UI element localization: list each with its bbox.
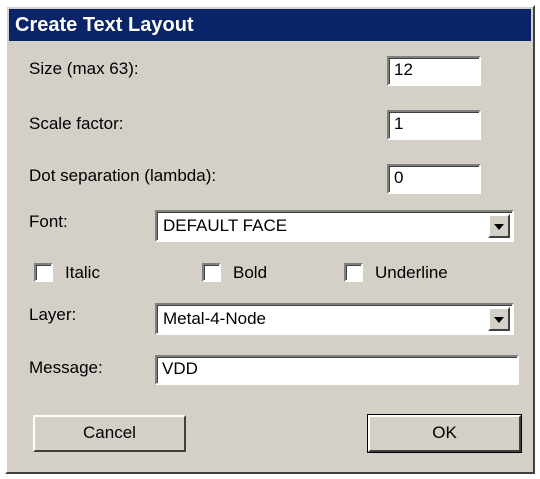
dot-separation-label: Dot separation (lambda): — [29, 166, 217, 185]
chevron-down-icon — [494, 317, 504, 323]
chevron-down-icon — [494, 224, 504, 230]
font-label: Font: — [29, 212, 68, 231]
underline-checkbox[interactable] — [344, 263, 363, 282]
size-label: Size (max 63): — [29, 59, 139, 78]
dialog-title-bar: Create Text Layout — [9, 9, 531, 41]
cancel-button[interactable]: Cancel — [33, 415, 186, 452]
layer-select[interactable]: Metal-4-Node — [155, 303, 514, 335]
ok-button[interactable]: OK — [367, 414, 522, 453]
underline-label: Underline — [375, 263, 448, 282]
scale-factor-input[interactable]: 1 — [387, 110, 481, 140]
size-input[interactable]: 12 — [387, 56, 481, 86]
italic-checkbox[interactable] — [34, 263, 53, 282]
font-select[interactable]: DEFAULT FACE — [155, 210, 514, 242]
layer-label: Layer: — [29, 305, 77, 324]
italic-label: Italic — [65, 263, 100, 282]
bold-label: Bold — [233, 263, 268, 282]
dot-separation-input[interactable]: 0 — [387, 164, 481, 194]
layer-dropdown-button[interactable] — [488, 307, 510, 331]
layer-select-value: Metal-4-Node — [163, 309, 266, 328]
font-dropdown-button[interactable] — [488, 214, 510, 238]
scale-factor-label: Scale factor: — [29, 114, 124, 133]
message-label: Message: — [29, 358, 103, 377]
message-input[interactable]: VDD — [155, 355, 519, 385]
create-text-layout-dialog: Create Text Layout Size (max 63): 12 Sca… — [5, 5, 535, 474]
bold-checkbox[interactable] — [202, 263, 221, 282]
font-select-value: DEFAULT FACE — [163, 216, 288, 235]
dialog-title: Create Text Layout — [15, 14, 194, 36]
